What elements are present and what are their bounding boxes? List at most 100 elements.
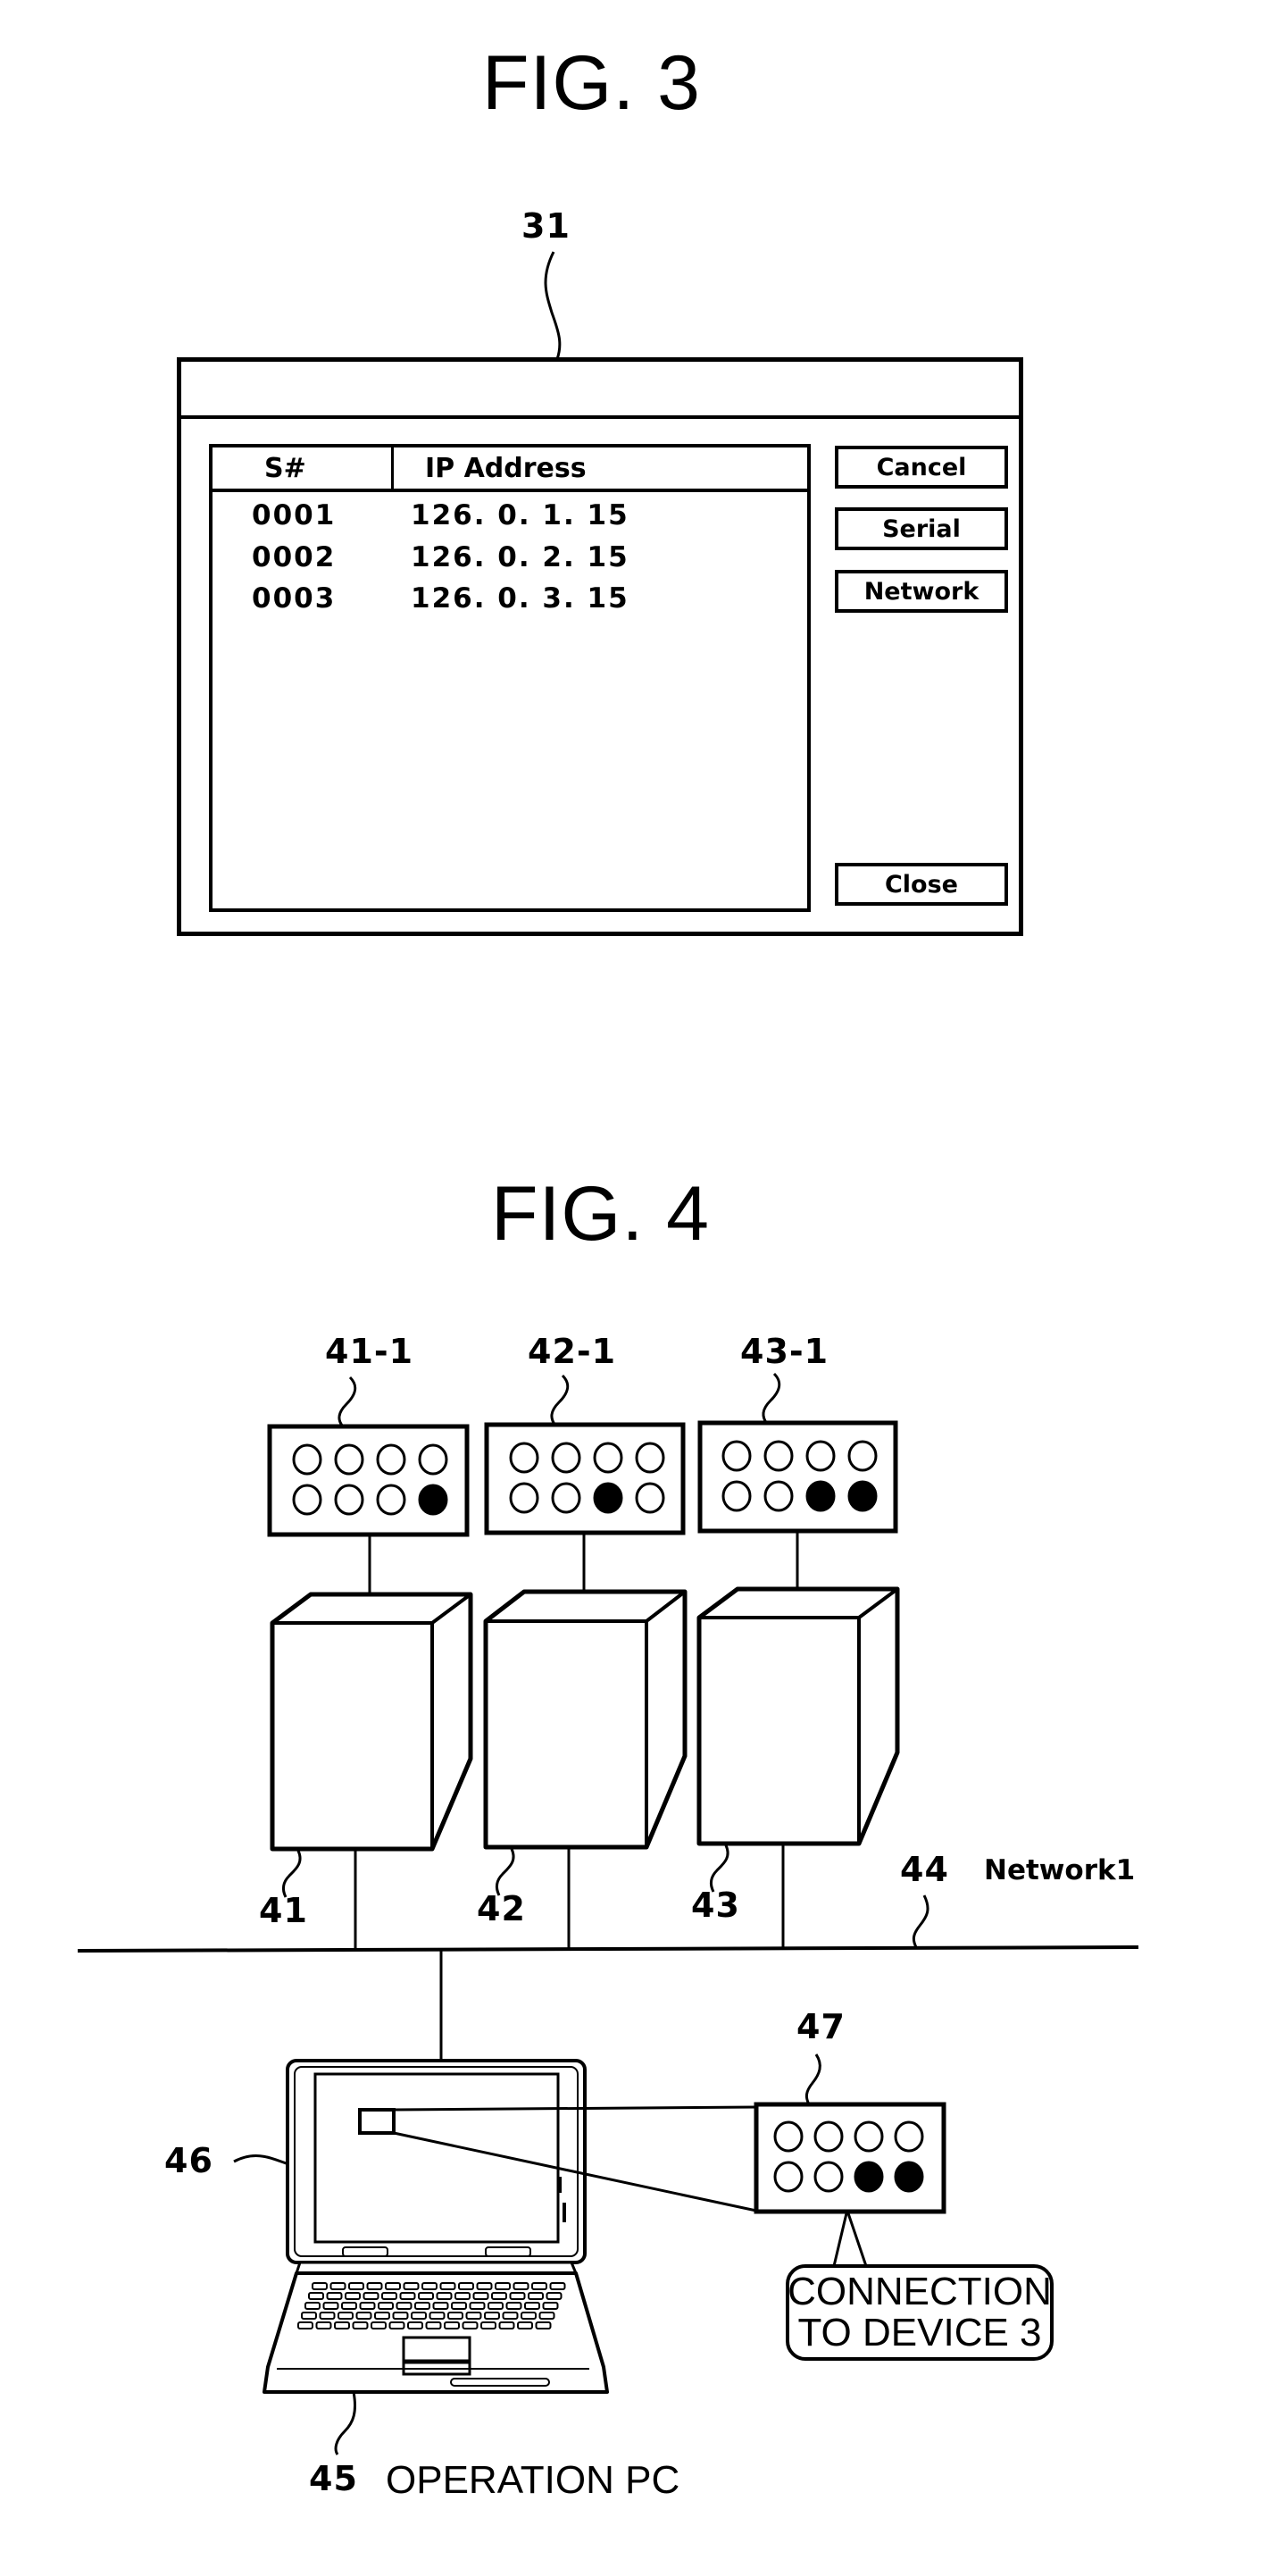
keyboard-key: [418, 2292, 434, 2300]
led-off-indicator: [721, 1440, 752, 1472]
row-serial: 0001: [252, 499, 337, 531]
cancel-button[interactable]: Cancel: [835, 446, 1008, 489]
led-off-indicator: [813, 2161, 844, 2193]
close-button[interactable]: Close: [835, 863, 1008, 906]
keyboard-key: [345, 2292, 361, 2300]
fig3-ref-label: 31: [521, 206, 571, 246]
row-serial: 0002: [252, 541, 337, 573]
device-label: Device1: [288, 1626, 400, 1655]
led-off-indicator: [509, 1442, 539, 1474]
keyboard-key: [502, 2312, 519, 2320]
keyboard-key: [348, 2282, 364, 2290]
keyboard-key: [476, 2282, 493, 2290]
led-off-indicator: [805, 1440, 836, 1472]
led-off-indicator: [376, 1484, 406, 1516]
led-off-indicator: [334, 1484, 364, 1516]
keyboard-key: [334, 2321, 350, 2329]
keyboard-key: [444, 2321, 460, 2329]
column-header-serial[interactable]: S#: [264, 453, 306, 484]
leader-47: [804, 2053, 821, 2105]
led-off-indicator: [635, 1442, 665, 1474]
keyboard-key: [308, 2292, 324, 2300]
leader-42-1: [550, 1374, 570, 1426]
list-header: S# IP Address: [213, 447, 807, 492]
keyboard-key: [319, 2312, 336, 2320]
keyboard-key: [498, 2321, 515, 2329]
laptop-keyboard: [297, 2282, 566, 2329]
device-ref-label: 42: [477, 1889, 526, 1928]
keyboard-key: [521, 2312, 537, 2320]
keyboard-key: [542, 2302, 559, 2310]
keyboard-key: [329, 2282, 346, 2290]
keyboard-key: [517, 2321, 533, 2329]
list-row[interactable]: 0002 126. 0. 2. 15: [213, 541, 807, 575]
keyboard-key: [429, 2312, 446, 2320]
keyboard-key: [403, 2282, 420, 2290]
keyboard-key: [528, 2292, 544, 2300]
keyboard-key: [458, 2282, 474, 2290]
device-ref-label: 41: [259, 1891, 308, 1930]
keyboard-key: [407, 2321, 423, 2329]
device-list[interactable]: S# IP Address 0001 126. 0. 1. 15 0002 12…: [209, 444, 811, 912]
led-panel-41-1: [267, 1424, 470, 1537]
led-off-indicator: [334, 1443, 364, 1476]
keyboard-key: [392, 2312, 409, 2320]
column-header-ip-address[interactable]: IP Address: [425, 453, 587, 484]
keyboard-key: [388, 2321, 405, 2329]
callout-pointer: [832, 2212, 868, 2267]
pc-label: OPERATION PC: [386, 2458, 680, 2502]
connection-callout: CONNECTION TO DEVICE 3: [786, 2264, 1054, 2361]
keyboard-key: [524, 2302, 540, 2310]
keyboard-key: [421, 2282, 438, 2290]
network-button[interactable]: Network: [835, 570, 1008, 613]
keyboard-key: [451, 2302, 467, 2310]
keyboard-key: [454, 2292, 471, 2300]
keyboard-key: [297, 2321, 313, 2329]
list-row[interactable]: 0003 126. 0. 3. 15: [213, 582, 807, 616]
keyboard-key: [411, 2312, 427, 2320]
screen-ref-label: 46: [164, 2141, 213, 2180]
keyboard-key: [304, 2302, 321, 2310]
keyboard-key: [359, 2302, 376, 2310]
keyboard-key: [447, 2312, 463, 2320]
led-off-indicator: [773, 2120, 804, 2153]
keyboard-key: [495, 2282, 511, 2290]
serial-button[interactable]: Serial: [835, 507, 1008, 550]
leader-44: [912, 1894, 929, 1948]
led-off-indicator: [509, 1482, 539, 1514]
led-on-indicator: [854, 2161, 884, 2193]
keyboard-key: [505, 2302, 522, 2310]
led-off-indicator: [773, 2161, 804, 2193]
keyboard-key: [546, 2292, 563, 2300]
keyboard-key: [363, 2292, 379, 2300]
keyboard-key: [509, 2292, 526, 2300]
led-off-indicator: [763, 1480, 794, 1512]
led-off-indicator: [376, 1443, 406, 1476]
ref-31-leader-line: [544, 251, 562, 360]
list-row[interactable]: 0001 126. 0. 1. 15: [213, 499, 807, 533]
network-bus-line: [77, 1945, 1139, 1953]
keyboard-key: [462, 2321, 479, 2329]
led-panel-47: [754, 2102, 946, 2214]
led-off-indicator: [894, 2120, 924, 2153]
keyboard-key: [549, 2282, 566, 2290]
led-off-indicator: [635, 1482, 665, 1514]
keyboard-key: [374, 2312, 390, 2320]
fig3-title: FIG. 3: [482, 40, 701, 126]
keyboard-key: [315, 2321, 332, 2329]
led-off-indicator: [292, 1484, 322, 1516]
keyboard-key: [352, 2321, 369, 2329]
keyboard-key: [531, 2282, 547, 2290]
keyboard-key: [484, 2312, 500, 2320]
keyboard-key: [472, 2292, 489, 2300]
row-serial: 0003: [252, 582, 337, 615]
keyboard-key: [399, 2292, 416, 2300]
keyboard-key: [465, 2312, 482, 2320]
laptop-icon: [263, 2059, 609, 2394]
device-list-dialog: S# IP Address 0001 126. 0. 1. 15 0002 12…: [177, 357, 1023, 936]
keyboard-key: [396, 2302, 413, 2310]
led-on-indicator: [847, 1480, 878, 1512]
keyboard-key: [480, 2321, 496, 2329]
keyboard-key: [366, 2282, 383, 2290]
led-off-indicator: [551, 1442, 581, 1474]
